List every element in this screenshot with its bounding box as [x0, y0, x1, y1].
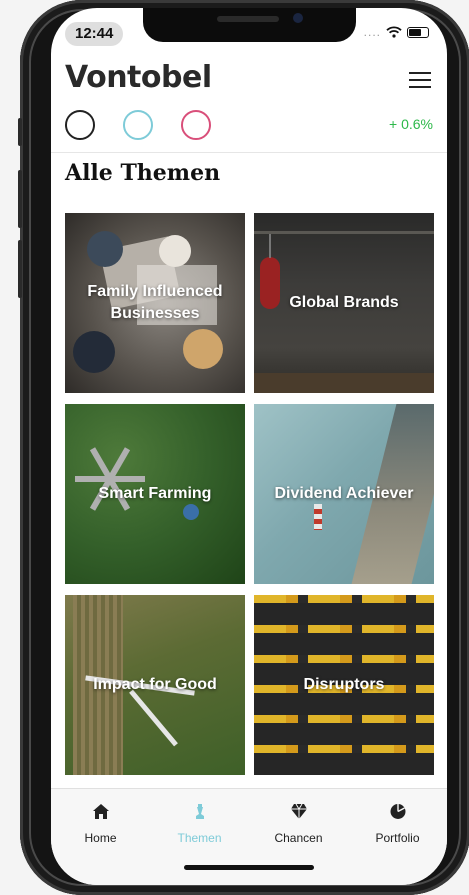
theme-tile-impact-for-good[interactable]: Impact for Good — [65, 595, 245, 775]
theme-tile-smart-farming[interactable]: Smart Farming — [65, 404, 245, 584]
theme-tile-global-brands[interactable]: Global Brands — [254, 213, 434, 393]
notch — [143, 8, 356, 42]
tab-chancen[interactable]: Chancen — [249, 803, 348, 845]
diamond-icon — [290, 803, 307, 819]
section-title: Alle Themen — [65, 160, 221, 186]
theme-label: Global Brands — [289, 294, 399, 311]
theme-label: Impact for Good — [93, 676, 217, 693]
app-screen: 12:44 .... Vontobel + 0.6% Alle Themen F… — [51, 8, 447, 885]
home-indicator — [184, 865, 314, 870]
theme-label: Dividend Achiever — [274, 485, 414, 502]
header-divider — [51, 152, 447, 153]
house-icon — [92, 804, 109, 819]
hamburger-menu-icon[interactable] — [409, 72, 431, 88]
tab-home[interactable]: Home — [51, 803, 150, 845]
performance-indicator: + 0.6% — [389, 116, 433, 132]
front-camera — [293, 13, 303, 23]
side-button-volume-up — [18, 170, 22, 228]
theme-label: Disruptors — [303, 676, 385, 693]
tab-themen[interactable]: Themen — [150, 803, 249, 845]
side-button-silent — [18, 118, 22, 146]
status-time: 12:44 — [65, 22, 124, 46]
tab-label: Home — [84, 831, 117, 845]
status-icons: .... — [364, 25, 429, 39]
bottom-tab-bar: Home Themen Chancen Portfolio — [51, 788, 447, 885]
profile-circle-dark[interactable] — [65, 110, 95, 140]
side-button-volume-down — [18, 240, 22, 298]
theme-label: Smart Farming — [98, 485, 212, 502]
tab-label: Portfolio — [375, 831, 420, 845]
signal-dots: .... — [363, 25, 381, 39]
speaker — [217, 16, 279, 22]
profile-circle-pink[interactable] — [181, 110, 211, 140]
profile-circle-turquoise[interactable] — [123, 110, 153, 140]
tab-label: Chancen — [274, 831, 323, 845]
theme-tile-dividend-achiever[interactable]: Dividend Achiever — [254, 404, 434, 584]
tab-label: Themen — [177, 831, 222, 845]
tab-portfolio[interactable]: Portfolio — [348, 803, 447, 845]
theme-tile-family-influenced-businesses[interactable]: Family Influenced Businesses — [65, 213, 245, 393]
wifi-icon — [386, 26, 402, 38]
theme-tile-disruptors[interactable]: Disruptors — [254, 595, 434, 775]
pie-chart-icon — [390, 804, 405, 819]
battery-icon — [407, 26, 429, 38]
vontobel-logo: Vontobel — [65, 60, 212, 95]
chess-piece-icon — [195, 804, 204, 819]
theme-label: Family Influenced Businesses — [87, 283, 223, 322]
